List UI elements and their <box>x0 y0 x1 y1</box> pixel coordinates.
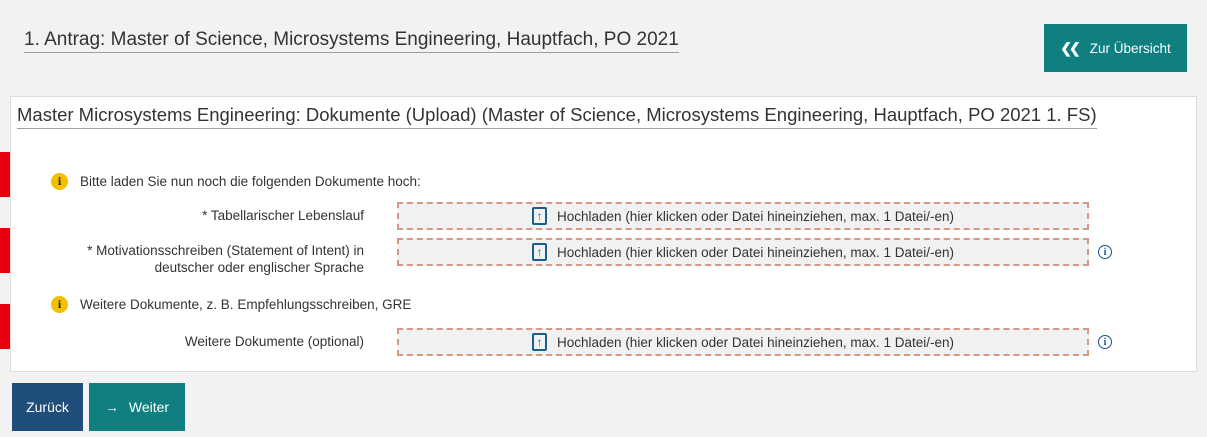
upload-icon: ↑ <box>532 333 548 351</box>
overview-button-label: Zur Übersicht <box>1089 40 1171 56</box>
info-optional-docs: i Weitere Dokumente, z. B. Empfehlungssc… <box>51 296 411 313</box>
back-button[interactable]: Zurück <box>12 383 83 431</box>
info-circle-help-icon[interactable]: i <box>1098 335 1112 349</box>
next-button-label: Weiter <box>128 399 170 415</box>
documents-panel: Master Microsystems Engineering: Dokumen… <box>10 96 1197 372</box>
upload-icon: ↑ <box>532 207 548 225</box>
arrow-right-icon: → <box>104 399 119 415</box>
double-chevron-left-icon: ❮❮ <box>1060 39 1081 56</box>
application-title: 1. Antrag: Master of Science, Microsyste… <box>24 29 679 53</box>
label-line: deutscher oder englischer Sprache <box>154 260 364 275</box>
overview-button[interactable]: ❮❮ Zur Übersicht <box>1044 24 1187 72</box>
info-icon: i <box>51 173 68 190</box>
upload-text: Hochladen (hier klicken oder Datei hinei… <box>557 244 954 260</box>
cv-label: * Tabellarischer Lebenslauf <box>202 208 364 223</box>
next-button[interactable]: → Weiter <box>89 383 185 431</box>
upload-text: Hochladen (hier klicken oder Datei hinei… <box>557 208 954 224</box>
additional-docs-label: Weitere Dokumente (optional) <box>184 334 364 349</box>
info-circle-help-icon[interactable]: i <box>1098 245 1112 259</box>
additional-docs-upload-dropzone[interactable]: ↑ Hochladen (hier klicken oder Datei hin… <box>397 328 1089 356</box>
info-text: Bitte laden Sie nun noch die folgenden D… <box>80 174 421 189</box>
cv-upload-dropzone[interactable]: ↑ Hochladen (hier klicken oder Datei hin… <box>397 202 1089 230</box>
panel-heading: Master Microsystems Engineering: Dokumen… <box>17 103 1097 129</box>
motivation-letter-label: * Motivationsschreiben (Statement of Int… <box>87 242 364 276</box>
application-header: 1. Antrag: Master of Science, Microsyste… <box>0 0 1207 94</box>
label-line: * Motivationsschreiben (Statement of Int… <box>87 243 364 258</box>
upload-text: Hochladen (hier klicken oder Datei hinei… <box>557 334 954 350</box>
info-text: Weitere Dokumente, z. B. Empfehlungsschr… <box>80 297 412 312</box>
motivation-letter-upload-dropzone[interactable]: ↑ Hochladen (hier klicken oder Datei hin… <box>397 238 1089 266</box>
upload-icon: ↑ <box>532 243 548 261</box>
info-icon: i <box>51 296 68 313</box>
info-required-docs: i Bitte laden Sie nun noch die folgenden… <box>51 173 421 190</box>
